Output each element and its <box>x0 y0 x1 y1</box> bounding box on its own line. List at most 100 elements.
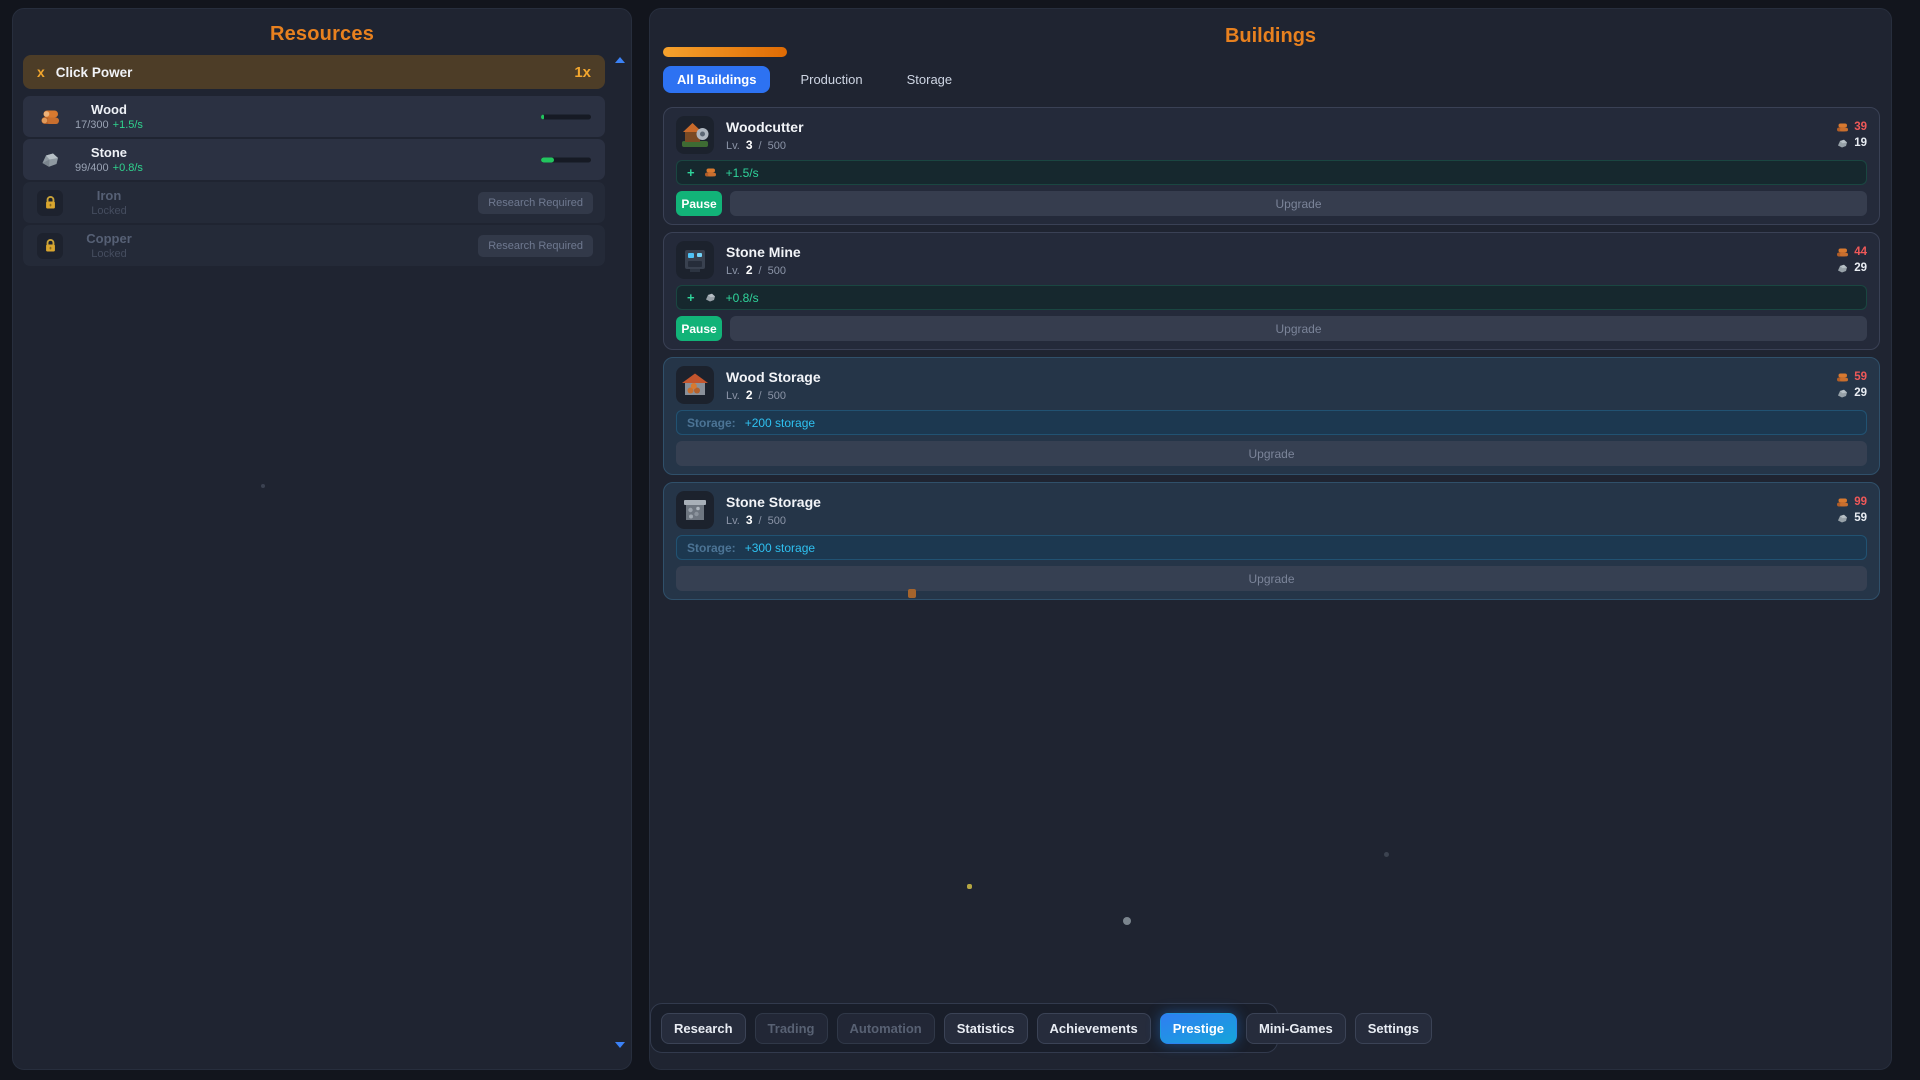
resource-name: Copper <box>86 231 132 246</box>
woodcutter-icon <box>676 116 714 154</box>
building-level-max: 500 <box>768 265 786 277</box>
cost-stone: 29 <box>1854 387 1867 399</box>
lock-icon <box>37 233 63 259</box>
stone-cost-icon <box>1836 262 1849 275</box>
nav-statistics-button[interactable]: Statistics <box>944 1013 1028 1044</box>
building-level-max: 500 <box>768 390 786 402</box>
locked-label: Locked <box>91 205 126 217</box>
storage-info-strip: Storage: +300 storage <box>676 535 1867 560</box>
production-rate-strip: + +0.8/s <box>676 285 1867 310</box>
resource-row-copper[interactable]: Copper Locked Research Required <box>23 225 605 266</box>
xp-progress-bar <box>663 47 787 57</box>
resource-row-iron[interactable]: Iron Locked Research Required <box>23 182 605 223</box>
building-level-max: 500 <box>768 140 786 152</box>
nav-automation-button[interactable]: Automation <box>837 1013 935 1044</box>
cost-wood: 59 <box>1854 371 1867 383</box>
pause-button[interactable]: Pause <box>676 316 722 341</box>
building-card-stone-storage: Stone Storage Lv.3/500 99 <box>663 482 1880 600</box>
resource-row-stone[interactable]: Stone 99/400+0.8/s <box>23 139 605 180</box>
particle-wood <box>908 589 916 598</box>
wood-icon <box>38 105 62 129</box>
upgrade-button[interactable]: Upgrade <box>730 191 1867 216</box>
cost-stone: 19 <box>1854 137 1867 149</box>
building-level: 2 <box>746 388 753 402</box>
resource-row-wood[interactable]: Wood 17/300+1.5/s <box>23 96 605 137</box>
storage-label: Storage: <box>687 416 736 430</box>
nav-mini-games-button[interactable]: Mini-Games <box>1246 1013 1346 1044</box>
pause-button[interactable]: Pause <box>676 191 722 216</box>
building-level: 3 <box>746 138 753 152</box>
buildings-tabs: All Buildings Production Storage <box>663 66 966 93</box>
production-rate: +0.8/s <box>726 291 759 305</box>
resource-name: Stone <box>91 145 127 160</box>
storage-info-strip: Storage: +200 storage <box>676 410 1867 435</box>
particle-gold <box>967 884 972 889</box>
building-name: Stone Storage <box>726 494 1836 510</box>
building-level: 3 <box>746 513 753 527</box>
stone-icon <box>704 291 717 304</box>
cost-wood: 44 <box>1854 246 1867 258</box>
stone-cost-icon <box>1836 512 1849 525</box>
cost-wood: 39 <box>1854 121 1867 133</box>
cost-stone: 59 <box>1854 512 1867 524</box>
buildings-title: Buildings <box>1225 25 1316 47</box>
building-level-max: 500 <box>768 515 786 527</box>
wood-progress-bar <box>541 114 591 119</box>
nav-achievements-button[interactable]: Achievements <box>1037 1013 1151 1044</box>
storage-label: Storage: <box>687 541 736 555</box>
stone-mine-icon <box>676 241 714 279</box>
plus-icon: + <box>687 165 695 180</box>
resources-list: x Click Power 1x Wood 17/300+1.5/s <box>13 46 631 266</box>
locked-label: Locked <box>91 248 126 260</box>
click-power-icon: x <box>37 64 45 80</box>
wood-icon <box>704 166 717 179</box>
bottom-navigation: Research Trading Automation Statistics A… <box>650 1003 1278 1053</box>
stone-cost-icon <box>1836 137 1849 150</box>
click-power-row[interactable]: x Click Power 1x <box>23 55 605 89</box>
click-power-label: Click Power <box>56 65 564 80</box>
resource-rate: +0.8/s <box>113 162 143 174</box>
nav-research-button[interactable]: Research <box>661 1013 746 1044</box>
particle-stone <box>1123 917 1131 925</box>
buildings-list: Woodcutter Lv.3/500 39 <box>663 107 1880 600</box>
building-card-wood-storage: Wood Storage Lv.2/500 59 <box>663 357 1880 475</box>
resources-title: Resources <box>13 9 631 46</box>
tab-production[interactable]: Production <box>786 66 876 93</box>
particle-dust <box>261 484 265 488</box>
resource-name: Iron <box>97 188 122 203</box>
buildings-panel: Buildings All Buildings Production Stora… <box>649 8 1892 1070</box>
upgrade-button[interactable]: Upgrade <box>730 316 1867 341</box>
lock-icon <box>37 190 63 216</box>
scroll-down-icon[interactable] <box>615 1042 625 1048</box>
nav-settings-button[interactable]: Settings <box>1355 1013 1432 1044</box>
resource-name: Wood <box>91 102 127 117</box>
cost-wood: 99 <box>1854 496 1867 508</box>
building-name: Wood Storage <box>726 369 1836 385</box>
wood-cost-icon <box>1836 371 1849 384</box>
stone-cost-icon <box>1836 387 1849 400</box>
research-required-button[interactable]: Research Required <box>478 192 593 214</box>
storage-value: +300 storage <box>745 541 815 555</box>
building-name: Stone Mine <box>726 244 1836 260</box>
stone-icon <box>38 148 62 172</box>
production-rate-strip: + +1.5/s <box>676 160 1867 185</box>
nav-prestige-button[interactable]: Prestige <box>1160 1013 1237 1044</box>
building-card-stone-mine: Stone Mine Lv.2/500 44 <box>663 232 1880 350</box>
stone-progress-bar <box>541 157 591 162</box>
scroll-up-icon[interactable] <box>615 57 625 63</box>
building-level: 2 <box>746 263 753 277</box>
particle-dust <box>1384 852 1389 857</box>
wood-cost-icon <box>1836 246 1849 259</box>
resources-panel: Resources x Click Power 1x Wood 17/300+1 <box>12 8 632 1070</box>
cost-stone: 29 <box>1854 262 1867 274</box>
tab-all-buildings[interactable]: All Buildings <box>663 66 770 93</box>
wood-storage-icon <box>676 366 714 404</box>
resource-rate: +1.5/s <box>113 119 143 131</box>
stone-storage-icon <box>676 491 714 529</box>
upgrade-button[interactable]: Upgrade <box>676 441 1867 466</box>
upgrade-button[interactable]: Upgrade <box>676 566 1867 591</box>
research-required-button[interactable]: Research Required <box>478 235 593 257</box>
nav-trading-button[interactable]: Trading <box>755 1013 828 1044</box>
production-rate: +1.5/s <box>726 166 759 180</box>
tab-storage[interactable]: Storage <box>893 66 967 93</box>
